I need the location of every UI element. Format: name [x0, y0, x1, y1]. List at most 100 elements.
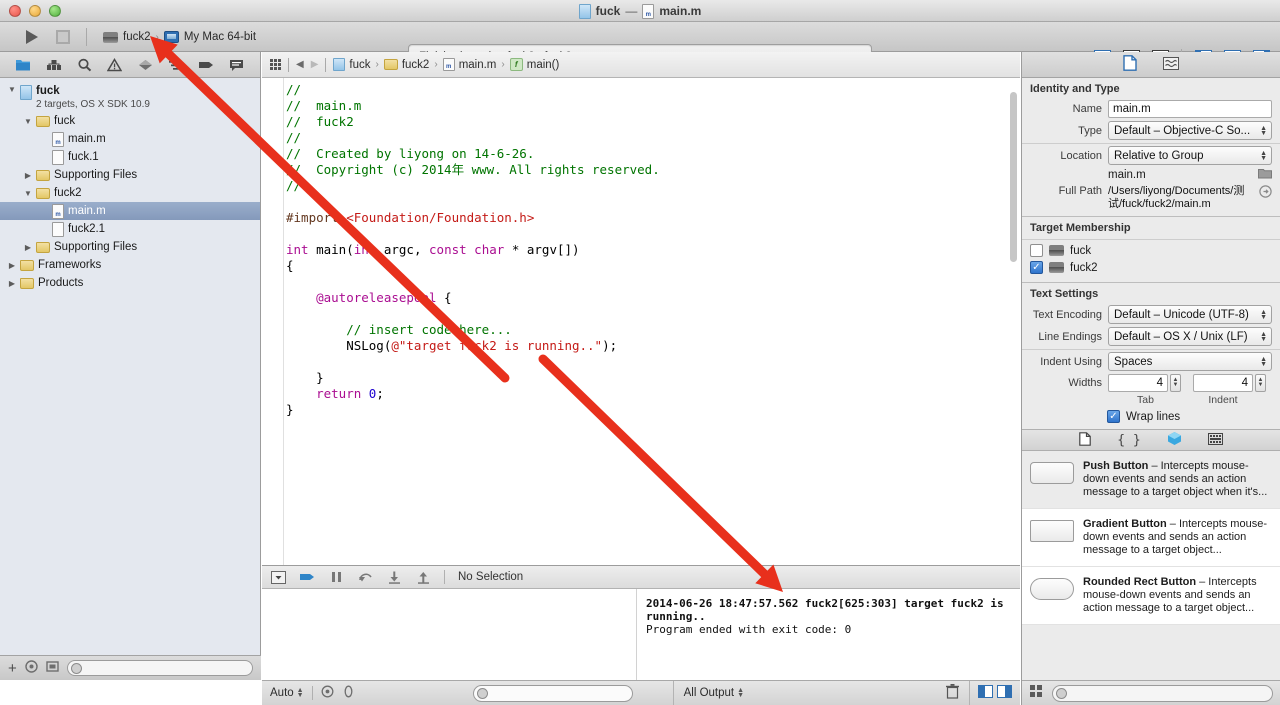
- tree-item[interactable]: fuck2.1: [0, 220, 260, 238]
- library-item[interactable]: Gradient Button – Intercepts mouse-down …: [1022, 509, 1280, 567]
- disclosure-triangle-icon[interactable]: [22, 117, 34, 126]
- breadcrumb-item[interactable]: fuck: [333, 58, 371, 71]
- indent-width-field[interactable]: 4: [1193, 374, 1253, 392]
- tree-item[interactable]: m main.m: [0, 202, 260, 220]
- debug-navigator-tab[interactable]: [165, 56, 187, 74]
- line-endings-select[interactable]: Default – OS X / Unix (LF) ▲ ▼: [1108, 327, 1272, 346]
- console-output[interactable]: 2014-06-26 18:47:57.562 fuck2[625:303] t…: [638, 589, 1020, 680]
- tree-item[interactable]: fuck.1: [0, 148, 260, 166]
- tree-item[interactable]: Supporting Files: [0, 238, 260, 256]
- tree-item[interactable]: Supporting Files: [0, 166, 260, 184]
- tree-item[interactable]: m main.m: [0, 130, 260, 148]
- disclosure-triangle-icon[interactable]: [6, 85, 18, 94]
- library-item[interactable]: Push Button – Intercepts mouse-down even…: [1022, 451, 1280, 509]
- toggle-console-view-button[interactable]: [997, 685, 1012, 701]
- choose-folder-button[interactable]: [1258, 168, 1272, 182]
- symbol-navigator-tab[interactable]: [43, 56, 65, 74]
- tree-item[interactable]: Frameworks: [0, 256, 260, 274]
- reveal-in-finder-button[interactable]: [1259, 185, 1272, 201]
- breadcrumb-chevron-icon: ›: [501, 59, 505, 70]
- quick-help-inspector-tab[interactable]: [1163, 56, 1179, 74]
- library-filter-input[interactable]: [1052, 684, 1273, 702]
- breadcrumb-item[interactable]: f main(): [509, 58, 559, 71]
- variable-scope-selector[interactable]: Auto ▲ ▼: [270, 687, 304, 699]
- location-select[interactable]: Relative to Group ▲ ▼: [1108, 146, 1272, 165]
- folder-icon: [1258, 169, 1272, 179]
- stop-button[interactable]: [56, 30, 70, 44]
- editor-vertical-scrollbar[interactable]: [1008, 92, 1019, 552]
- toggle-debug-area-icon[interactable]: [270, 569, 286, 585]
- mac-destination-icon: [163, 31, 179, 43]
- disclosure-triangle-icon[interactable]: [22, 171, 34, 180]
- pause-button[interactable]: [328, 569, 344, 585]
- file-inspector-tab[interactable]: [1123, 55, 1137, 74]
- wrap-lines-checkbox[interactable]: ✓: [1107, 410, 1120, 423]
- run-button[interactable]: [20, 27, 44, 47]
- library-view-mode-button[interactable]: [1030, 685, 1043, 701]
- object-library-tab[interactable]: [1167, 431, 1182, 449]
- tree-item-label: Frameworks: [38, 259, 102, 271]
- encoding-select[interactable]: Default – Unicode (UTF-8) ▲ ▼: [1108, 305, 1272, 324]
- tab-width-field[interactable]: 4: [1108, 374, 1168, 392]
- go-forward-button[interactable]: ▶: [311, 59, 319, 70]
- chevron-updown-icon: ▲ ▼: [1260, 330, 1267, 343]
- file-template-library-tab[interactable]: [1079, 431, 1092, 449]
- go-back-button[interactable]: ◀: [296, 59, 304, 70]
- tab-width-stepper[interactable]: ▲ ▼: [1170, 374, 1181, 392]
- full-path-row: Full Path /Users/liyong/Documents/测试/fuc…: [1030, 185, 1272, 211]
- output-scope-label: All Output: [683, 687, 735, 699]
- tree-item[interactable]: Products: [0, 274, 260, 292]
- variables-filter-icon[interactable]: [342, 685, 355, 701]
- search-navigator-tab[interactable]: [73, 56, 95, 74]
- filter-by-warnings-icon[interactable]: [25, 660, 38, 676]
- target-membership-header: Target Membership: [1030, 222, 1131, 234]
- test-navigator-tab[interactable]: [134, 56, 156, 74]
- disclosure-triangle-icon[interactable]: [6, 279, 18, 288]
- filter-by-source-control-icon[interactable]: [46, 660, 59, 676]
- play-icon: [26, 30, 38, 44]
- variables-view[interactable]: [262, 589, 637, 680]
- tree-item[interactable]: fuck 2 targets, OS X SDK 10.9: [0, 84, 260, 112]
- type-select[interactable]: Default – Objective-C So... ▲ ▼: [1108, 121, 1272, 140]
- name-field[interactable]: main.m: [1108, 100, 1272, 118]
- scheme-selector[interactable]: fuck2 › My Mac 64-bit: [103, 27, 256, 47]
- step-out-button[interactable]: [415, 569, 431, 585]
- target-checkbox[interactable]: [1030, 244, 1043, 257]
- disclosure-triangle-icon[interactable]: [22, 243, 34, 252]
- project-navigator-tab[interactable]: [12, 56, 34, 74]
- output-scope-selector[interactable]: All Output ▲ ▼: [684, 687, 744, 699]
- log-navigator-tab[interactable]: [226, 56, 248, 74]
- continue-button[interactable]: [299, 569, 315, 585]
- breakpoint-navigator-tab[interactable]: [195, 56, 217, 74]
- tree-item[interactable]: fuck: [0, 112, 260, 130]
- wrap-lines-row[interactable]: ✓ Wrap lines: [1022, 408, 1280, 425]
- breadcrumb-item[interactable]: m main.m: [442, 58, 496, 71]
- breadcrumb-item[interactable]: fuck2: [383, 59, 429, 71]
- issue-navigator-tab[interactable]: [104, 56, 126, 74]
- breadcrumb-chevron-icon: ›: [375, 59, 379, 70]
- step-over-button[interactable]: [357, 569, 373, 585]
- step-into-button[interactable]: [386, 569, 402, 585]
- target-membership-row[interactable]: ✓ fuck2: [1022, 259, 1280, 276]
- disclosure-triangle-icon[interactable]: [22, 189, 34, 198]
- tree-item-label: fuck2: [54, 187, 82, 199]
- indent-using-select[interactable]: Spaces ▲ ▼: [1108, 352, 1272, 371]
- library-item[interactable]: Rounded Rect Button – Intercepts mouse-d…: [1022, 567, 1280, 625]
- related-items-icon[interactable]: [270, 59, 281, 70]
- filter-input[interactable]: [66, 660, 253, 676]
- media-library-tab[interactable]: [1207, 432, 1223, 448]
- show-all-variables-icon[interactable]: [321, 685, 334, 701]
- code-snippet-library-tab[interactable]: { }: [1117, 433, 1140, 448]
- toggle-variables-view-button[interactable]: [978, 685, 993, 701]
- clear-console-button[interactable]: [946, 684, 959, 702]
- add-item-button[interactable]: +: [8, 660, 17, 677]
- disclosure-triangle-icon[interactable]: [6, 261, 18, 270]
- warning-triangle-icon: [107, 57, 123, 71]
- wrap-lines-label: Wrap lines: [1126, 410, 1181, 423]
- variables-filter-input[interactable]: [472, 684, 633, 702]
- target-checkbox[interactable]: ✓: [1030, 261, 1043, 274]
- target-membership-row[interactable]: fuck: [1022, 242, 1280, 259]
- tree-item[interactable]: fuck2: [0, 184, 260, 202]
- code-text[interactable]: //// main.m// fuck2//// Created by liyon…: [286, 78, 1006, 565]
- indent-width-stepper[interactable]: ▲ ▼: [1255, 374, 1266, 392]
